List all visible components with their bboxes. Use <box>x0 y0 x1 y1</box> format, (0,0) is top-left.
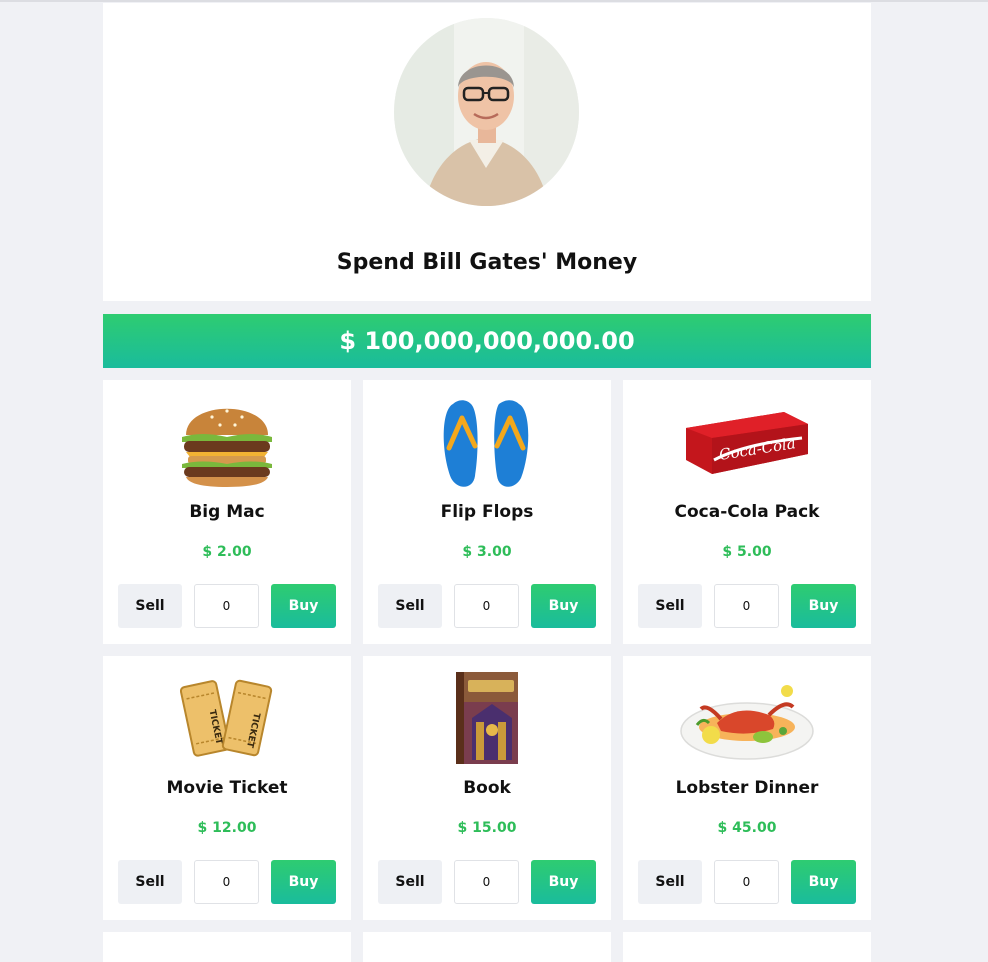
product-name: Big Mac <box>189 502 265 522</box>
buy-button[interactable]: Buy <box>791 584 856 628</box>
buy-button[interactable]: Buy <box>271 584 336 628</box>
sell-button[interactable]: Sell <box>118 584 182 628</box>
buy-button[interactable]: Buy <box>531 860 596 904</box>
product-card-flip-flops: Flip Flops $ 3.00 Sell Buy <box>363 380 611 644</box>
product-name: Lobster Dinner <box>675 778 819 798</box>
product-card-movie-ticket: TICKET TICKET Movie Ticket $ 12.00 Sell … <box>103 656 351 920</box>
product-card-partial <box>103 932 351 962</box>
page-title: Spend Bill Gates' Money <box>336 250 638 275</box>
sell-button[interactable]: Sell <box>638 860 702 904</box>
product-card-coca-cola-pack: Coca-Cola Coca-Cola Pack $ 5.00 Sell Buy <box>623 380 871 644</box>
top-divider <box>0 0 988 2</box>
product-card-book: Book $ 15.00 Sell Buy <box>363 656 611 920</box>
product-price: $ 5.00 <box>722 544 772 560</box>
buy-button[interactable]: Buy <box>791 860 856 904</box>
product-price: $ 15.00 <box>457 820 517 836</box>
person-portrait-icon <box>394 18 579 206</box>
product-price: $ 45.00 <box>717 820 777 836</box>
product-card-big-mac: Big Mac $ 2.00 Sell Buy <box>103 380 351 644</box>
product-price: $ 3.00 <box>462 544 512 560</box>
soda-pack-icon: Coca-Cola <box>623 392 871 492</box>
product-name: Movie Ticket <box>166 778 288 798</box>
sell-button[interactable]: Sell <box>378 860 442 904</box>
product-name: Book <box>463 778 511 798</box>
burger-icon <box>103 392 351 492</box>
sell-button[interactable]: Sell <box>378 584 442 628</box>
avatar <box>394 18 579 206</box>
product-card-lobster-dinner: Lobster Dinner $ 45.00 Sell Buy <box>623 656 871 920</box>
product-card-partial <box>623 932 871 962</box>
book-icon <box>363 668 611 768</box>
buy-button[interactable]: Buy <box>531 584 596 628</box>
balance-bar: $ 100,000,000,000.00 <box>103 314 871 368</box>
product-card-partial <box>363 932 611 962</box>
lobster-plate-icon <box>623 668 871 768</box>
quantity-input[interactable] <box>194 584 259 628</box>
sell-button[interactable]: Sell <box>638 584 702 628</box>
quantity-input[interactable] <box>194 860 259 904</box>
product-name: Flip Flops <box>440 502 534 522</box>
ticket-icon: TICKET TICKET <box>103 668 351 768</box>
quantity-input[interactable] <box>454 860 519 904</box>
product-price: $ 2.00 <box>202 544 252 560</box>
product-name: Coca-Cola Pack <box>674 502 820 522</box>
header-card: Spend Bill Gates' Money <box>103 3 871 301</box>
balance-amount: $ 100,000,000,000.00 <box>339 327 635 355</box>
quantity-input[interactable] <box>714 584 779 628</box>
product-price: $ 12.00 <box>197 820 257 836</box>
buy-button[interactable]: Buy <box>271 860 336 904</box>
sell-button[interactable]: Sell <box>118 860 182 904</box>
quantity-input[interactable] <box>454 584 519 628</box>
flip-flops-icon <box>363 392 611 492</box>
quantity-input[interactable] <box>714 860 779 904</box>
